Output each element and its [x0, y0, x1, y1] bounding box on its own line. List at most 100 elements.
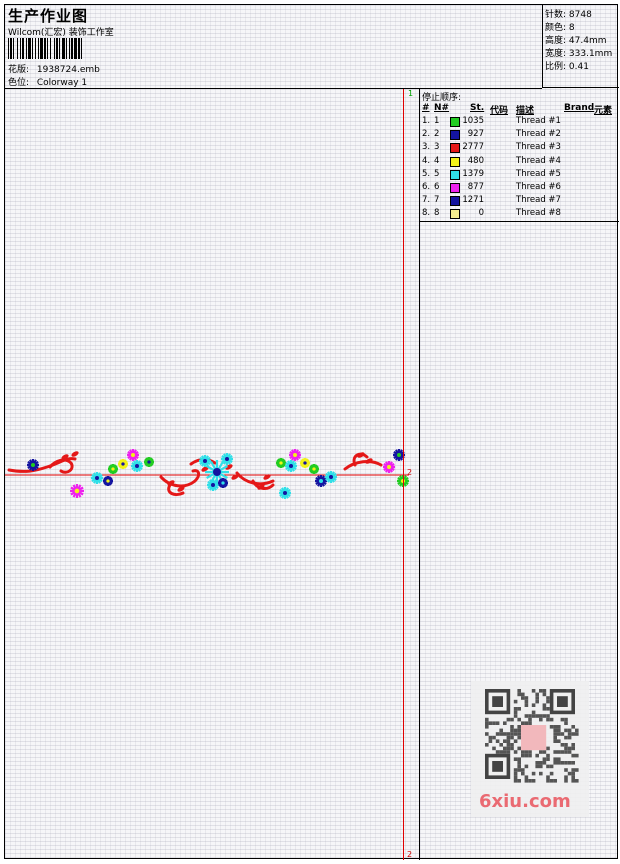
- barcode: [8, 38, 144, 59]
- qr-module: [560, 732, 565, 736]
- qr-module: [510, 717, 514, 722]
- qr-module: [503, 746, 507, 751]
- qr-module: [560, 761, 565, 765]
- stop-number: 4.: [422, 155, 431, 166]
- thread-description: Thread #1: [516, 116, 561, 126]
- thread-description: Thread #3: [516, 142, 561, 153]
- col-brand: Brand: [564, 103, 595, 113]
- needle-number: 8: [434, 208, 440, 219]
- marker-bottom: 2: [407, 850, 413, 859]
- qr-module: [495, 721, 500, 725]
- qr-module: [542, 703, 547, 707]
- qr-module: [521, 692, 525, 697]
- qr-module: [528, 753, 532, 758]
- qr-module: [521, 753, 525, 758]
- thread-description: Thread #4: [516, 155, 561, 166]
- qr-module: [506, 732, 511, 736]
- stop-number: 2.: [422, 129, 431, 140]
- qr-logo: [521, 725, 547, 751]
- panel-divider: [419, 89, 420, 860]
- flower-center: [147, 460, 151, 464]
- qr-finder: [492, 761, 503, 772]
- page-title: 生产作业图: [8, 7, 89, 25]
- qr-module: [513, 707, 518, 711]
- qr-module: [531, 714, 536, 718]
- qr-module: [564, 775, 568, 779]
- qr-module: [546, 779, 550, 783]
- qr-module: [503, 721, 507, 725]
- qr-module: [513, 768, 518, 772]
- qr-module: [503, 732, 507, 736]
- qr-module: [513, 771, 518, 776]
- qr-module: [549, 764, 554, 769]
- stop-row: 7. 7 1271 Thread #7: [420, 195, 618, 208]
- qr-module: [495, 750, 500, 754]
- qr-module: [513, 739, 518, 743]
- stop-row: 1. 1 1035 Thread #1: [420, 116, 618, 129]
- flower: [91, 472, 103, 484]
- stitch-count: 877: [467, 182, 484, 192]
- design-name-row: 花版: 1938724.emb: [8, 62, 100, 75]
- qr-module: [535, 696, 539, 700]
- qr-module: [485, 725, 489, 729]
- flower: [131, 460, 143, 472]
- flower-center: [106, 479, 110, 483]
- col-n: N#: [434, 103, 450, 113]
- qr-module: [542, 707, 547, 711]
- flower-center: [312, 467, 316, 471]
- stop-row: 4. 4 480 Thread #4: [420, 156, 618, 169]
- qr-module: [521, 721, 525, 725]
- col-element: 元素: [594, 106, 613, 116]
- qr-module: [510, 728, 514, 733]
- qr-module: [575, 753, 579, 758]
- qr-module: [531, 710, 536, 715]
- qr-module: [510, 743, 514, 747]
- needle-number: 6: [434, 182, 440, 192]
- flower-center: [289, 464, 293, 468]
- stat-width: 宽度: 333.1mm: [545, 49, 613, 59]
- qr-module: [571, 779, 575, 783]
- stop-number: 8.: [422, 208, 431, 219]
- stop-number: 3.: [422, 142, 431, 153]
- qr-module: [553, 735, 557, 740]
- qr-module: [513, 732, 518, 736]
- qr-module: [535, 764, 539, 769]
- qr-module: [553, 779, 557, 783]
- stat-height: 高度: 47.4mm: [545, 36, 607, 46]
- qr-module: [528, 750, 532, 754]
- header-panel: 生产作业图 Wilcom(汇宏) 装饰工作室 花版: 1938724.emb 色…: [5, 5, 542, 89]
- flower-center: [225, 457, 229, 461]
- flower: [279, 487, 291, 499]
- needle-number: 4: [434, 155, 440, 166]
- marker-top: 1: [408, 89, 414, 98]
- qr-module: [567, 761, 572, 765]
- qr-module: [557, 728, 561, 733]
- qr-module: [567, 735, 572, 740]
- qr-module: [528, 714, 532, 718]
- qr-module: [564, 721, 568, 725]
- qr-module: [499, 728, 503, 733]
- qr-module: [560, 743, 565, 747]
- qr-module: [506, 735, 511, 740]
- flower: [218, 478, 228, 488]
- qr-module: [531, 703, 536, 707]
- qr-module: [557, 725, 561, 729]
- qr-module: [528, 717, 532, 722]
- flower-center: [203, 459, 207, 463]
- qr-module: [549, 771, 554, 776]
- qr-module: [524, 753, 529, 758]
- qr-module: [542, 714, 547, 718]
- qr-module: [535, 692, 539, 697]
- qr-module: [528, 779, 532, 783]
- flower: [289, 449, 301, 461]
- qr-module: [564, 728, 568, 733]
- qr-module: [513, 775, 518, 779]
- flower-center: [211, 483, 215, 487]
- qr-module: [539, 714, 543, 718]
- qr-module: [513, 710, 518, 715]
- vine-motifs: [7, 451, 383, 497]
- qr-module: [524, 699, 529, 704]
- stop-sequence-table: 停止顺序: # N# St. 代码 描述 Brand 元素 1. 1 1035 Thr…: [419, 89, 619, 222]
- qr-module: [517, 725, 521, 729]
- qr-module: [495, 739, 500, 743]
